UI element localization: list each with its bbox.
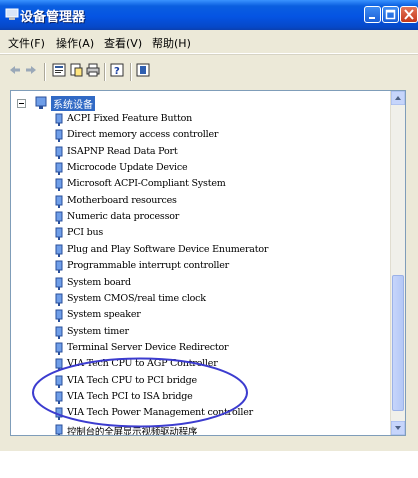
system-device-icon [55,260,63,274]
system-device-icon [55,342,63,355]
system-device-icon [55,227,63,241]
refresh-icon[interactable] [69,63,83,77]
status-bar [0,440,418,451]
page-background [0,451,418,478]
tree-item-label: Programmable interrupt controller [67,260,229,272]
menu-file[interactable]: 文件(F) [8,35,45,51]
tree-item-label: Plug and Play Software Device Enumerator [67,243,269,255]
system-device-icon [55,326,63,339]
device-manager-icon [5,8,19,20]
tree-item-label: Motherboard resources [67,194,177,206]
maximize-button[interactable] [382,6,399,23]
system-devices-icon [35,96,47,109]
system-device-icon [55,309,63,323]
properties-icon[interactable] [52,63,66,77]
system-device-icon [55,195,63,208]
tree-item-label: Microsoft ACPI-Compliant System [67,178,226,190]
tree-item-label: ISAPNP Read Data Port [67,145,178,157]
scroll-up-arrow-icon[interactable] [391,91,405,105]
system-device-icon [55,293,63,306]
tree-root-label: 系统设备 [51,96,95,111]
system-device-icon [55,162,63,176]
system-device-icon [55,244,63,257]
system-device-icon [55,178,63,192]
back-arrow-icon[interactable] [8,63,22,77]
title-bar[interactable]: 设备管理器 [0,0,418,30]
close-icon [404,9,414,20]
tree-item-label: PCI bus [67,227,104,239]
menu-view[interactable]: 查看(V) [104,35,142,51]
minimize-icon [369,17,375,19]
system-device-icon [55,113,63,126]
system-device-icon [55,211,63,225]
device-manager-window: 设备管理器 文件(F) 操作(A) 查看(V) 帮助(H) ? 系统设备 ACP… [0,0,418,451]
minimize-button[interactable] [364,6,381,23]
tree-item-label: System board [67,276,131,288]
tree-item-label: Microcode Update Device [67,162,188,174]
scrollbar-thumb[interactable] [392,275,404,411]
toolbar-separator [44,63,46,81]
help-icon[interactable]: ? [110,63,124,77]
window-title: 设备管理器 [20,10,86,25]
system-device-icon [55,129,63,143]
toolbar: ? [0,54,418,87]
tree-item-label: ACPI Fixed Feature Button [67,113,193,124]
tree-item-label: Direct memory access controller [67,129,219,141]
tree-item-label: System timer [67,325,129,337]
system-device-icon [55,277,63,290]
scan-hardware-icon[interactable] [136,63,150,77]
menu-help[interactable]: 帮助(H) [152,35,191,51]
toolbar-separator [104,63,106,81]
tree-item-label: System speaker [67,309,141,321]
tree-item-label: Numeric data processor [67,211,180,223]
menu-bar: 文件(F) 操作(A) 查看(V) 帮助(H) [0,30,418,54]
toolbar-separator [130,63,132,81]
vertical-scrollbar[interactable] [390,91,405,435]
maximize-icon [385,9,396,20]
system-device-icon [55,146,63,159]
collapse-toggle[interactable] [17,99,26,108]
close-button[interactable] [400,6,418,23]
scroll-down-arrow-icon[interactable] [391,421,405,435]
svg-text:?: ? [114,66,120,77]
highlight-circle-annotation [32,357,248,428]
menu-action[interactable]: 操作(A) [56,35,94,51]
tree-item-label: System CMOS/real time clock [67,292,206,304]
forward-arrow-icon[interactable] [24,63,38,77]
tree-item-label: Terminal Server Device Redirector [67,341,229,353]
print-icon[interactable] [86,63,100,77]
